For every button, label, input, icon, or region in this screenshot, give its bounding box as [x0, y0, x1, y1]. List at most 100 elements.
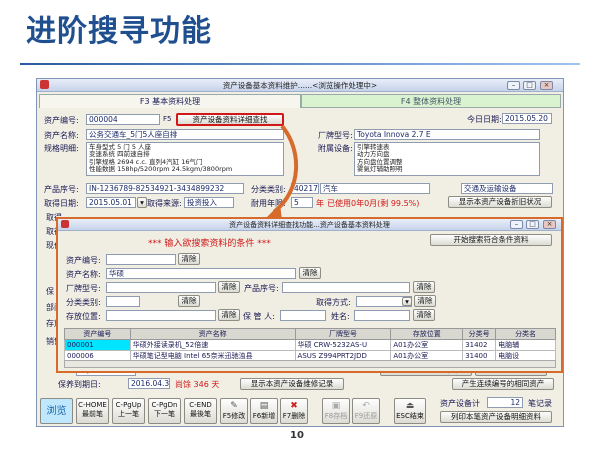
slide-title: 进阶搜寻功能: [26, 14, 212, 49]
table-cell: 000001: [64, 339, 131, 351]
toolbar-label: C-END 最後笔: [189, 401, 212, 418]
results-table: 资产编号 资产名称 厂牌型号 存放位置 分类号 分类名 000001 华硕外接读…: [64, 328, 556, 362]
table-cell: 电脑辅: [495, 339, 556, 351]
f5-hint: F5: [163, 115, 172, 123]
page-number: 10: [290, 430, 304, 441]
clear-button[interactable]: 清除: [299, 267, 321, 279]
toolbar-home-button[interactable]: C-HOME 最前笔: [76, 398, 109, 424]
minimize-icon[interactable]: –: [510, 220, 523, 229]
table-row[interactable]: 000001 华硕外接读录机_52倍速 华硕 CRW-5232AS-U A01办…: [64, 339, 556, 351]
close-icon[interactable]: ×: [540, 81, 553, 90]
popup-product-no-label: 产品序号:: [244, 284, 279, 293]
popup-keeper-input[interactable]: [280, 310, 326, 321]
window-titlebar: 资产设备基本资料维护......<浏览操作处理中> – □ ×: [37, 79, 563, 92]
clear-button[interactable]: 清除: [178, 295, 200, 307]
toolbar-label: ESC结束: [396, 412, 424, 420]
maximize-icon[interactable]: □: [523, 81, 536, 90]
toolbar-prev-button[interactable]: C-PgUp 上一笔: [112, 398, 145, 424]
column-header[interactable]: 资产编号: [64, 328, 131, 340]
popup-category-input[interactable]: [106, 296, 140, 307]
popup-brand-input[interactable]: [106, 282, 216, 293]
maximize-icon[interactable]: □: [526, 220, 539, 229]
popup-acquire-method-label: 取得方式:: [316, 298, 351, 307]
popup-name-label: 姓名:: [331, 312, 350, 321]
spec-label: 规格明细:: [44, 144, 79, 153]
search-heading: *** 输入欲搜索资料的条件 ***: [148, 239, 271, 249]
table-header: 资产编号 资产名称 厂牌型号 存放位置 分类号 分类名: [64, 328, 556, 340]
popup-location-input[interactable]: [106, 310, 216, 321]
record-count-label: 资产设备计: [440, 399, 480, 408]
asset-no-label: 资产编号:: [44, 116, 79, 125]
clear-button[interactable]: 清除: [414, 295, 436, 307]
popup-asset-name-input[interactable]: 华硕: [106, 268, 296, 279]
accessory-line: 雾氣灯辅助照明: [357, 165, 403, 174]
popup-asset-no-label: 资产编号:: [66, 256, 101, 265]
clear-button[interactable]: 清除: [218, 309, 240, 321]
toolbar-undo-button[interactable]: ↶ F9还原: [352, 398, 380, 424]
toolbar-add-button[interactable]: ▤ F6新增: [250, 398, 278, 424]
column-header[interactable]: 厂牌型号: [294, 328, 392, 340]
chevron-down-icon[interactable]: ▾: [402, 297, 412, 306]
tab-f3-basic[interactable]: F3 基本资料处理: [39, 94, 301, 108]
acquire-date-field[interactable]: 2015.05.01: [86, 197, 136, 208]
close-icon[interactable]: ×: [543, 220, 556, 229]
clear-button[interactable]: 清除: [413, 281, 435, 293]
popup-asset-no-input[interactable]: [106, 254, 176, 265]
asset-name-label: 资产名称:: [44, 131, 79, 140]
generate-code-button[interactable]: 产生连续编号的相同资产: [452, 378, 554, 390]
category-name-field: 汽车: [320, 183, 430, 194]
toolbar-label: C-PgUp 上一笔: [115, 401, 142, 418]
show-depreciation-button[interactable]: 显示本资产设备折旧状况: [448, 196, 552, 208]
record-count-unit: 笔记录: [528, 399, 552, 408]
record-count-field: 12: [487, 397, 523, 408]
print-detail-button[interactable]: 列印本笔资产设备明细资料: [440, 411, 552, 423]
life-used-status: 已使用0年0月(剩 99.5%): [327, 199, 420, 208]
table-cell: 华硕 CRW-5232AS-U: [294, 339, 392, 351]
acquire-source-label: 取得来源:: [147, 199, 182, 208]
exit-icon: ⏏: [405, 401, 415, 411]
table-cell: 华硕外接读录机_52倍速: [129, 339, 296, 351]
dialog-titlebar: 资产设备资料详细查找功能...资产设备基本资料处理 – □ ×: [58, 219, 561, 231]
toolbar-next-button[interactable]: C-PgDn 下一笔: [148, 398, 181, 424]
clear-button[interactable]: 清除: [413, 309, 435, 321]
window-title: 资产设备基本资料维护......<浏览操作处理中>: [222, 81, 378, 90]
toolbar-delete-button[interactable]: ✖ F7删除: [280, 398, 308, 424]
tab-f4-overall[interactable]: F4 整体资料处理: [301, 94, 561, 108]
warranty-label: 保养到期日:: [58, 380, 101, 389]
table-cell: A01办公室: [390, 339, 464, 351]
today-label: 今日日期:: [467, 115, 502, 124]
toolbar-browse[interactable]: 浏览: [40, 398, 73, 424]
undo-icon: ↶: [362, 401, 370, 411]
clear-button[interactable]: 清除: [218, 281, 240, 293]
pencil-icon: ✎: [230, 401, 238, 411]
accessory-label: 附属设备:: [318, 144, 353, 153]
show-repair-button[interactable]: 显示本资产设备维修记录: [240, 378, 344, 390]
column-header[interactable]: 存放位置: [390, 328, 464, 340]
dialog-title: 资产设备资料详细查找功能...资产设备基本资料处理: [229, 221, 390, 229]
accessory-textarea[interactable]: 引擎转速表 动力方向盘 方向盘位置调整 雾氣灯辅助照明: [354, 142, 540, 176]
popup-name-input[interactable]: [354, 310, 410, 321]
toolbar-label: F8存档: [324, 412, 348, 420]
asset-no-field[interactable]: 000004: [86, 114, 160, 125]
toolbar-end-button[interactable]: C-END 最後笔: [184, 398, 217, 424]
toolbar-exit-button[interactable]: ⏏ ESC结束: [394, 398, 426, 424]
toolbar-save-button[interactable]: ▣ F8存档: [322, 398, 350, 424]
toolbar-edit-button[interactable]: ✎ F5修改: [220, 398, 248, 424]
popup-asset-name-label: 资产名称:: [66, 270, 101, 279]
brand-label: 厂牌型号:: [318, 131, 353, 140]
table-scrollbar[interactable]: [64, 360, 556, 368]
start-search-button[interactable]: 开始搜索符合条件资料: [430, 234, 552, 246]
clear-button[interactable]: 清除: [178, 253, 200, 265]
product-no-label: 产品序号:: [44, 185, 79, 194]
toolbar-label: C-PgDn 下一笔: [151, 401, 178, 418]
column-header[interactable]: 资产名称: [129, 328, 296, 340]
minimize-icon[interactable]: –: [507, 81, 520, 90]
toolbar-label: F7删除: [282, 412, 306, 420]
brand-field[interactable]: Toyota Innova 2.7 E: [354, 129, 540, 140]
column-header[interactable]: 分类名: [495, 328, 556, 340]
column-header[interactable]: 分类号: [462, 328, 497, 340]
date-picker-icon[interactable]: ▾: [137, 197, 147, 208]
popup-product-no-input[interactable]: [282, 282, 410, 293]
new-record-icon: ▤: [259, 401, 269, 411]
warranty-date-field[interactable]: 2016.04.30: [128, 378, 170, 389]
